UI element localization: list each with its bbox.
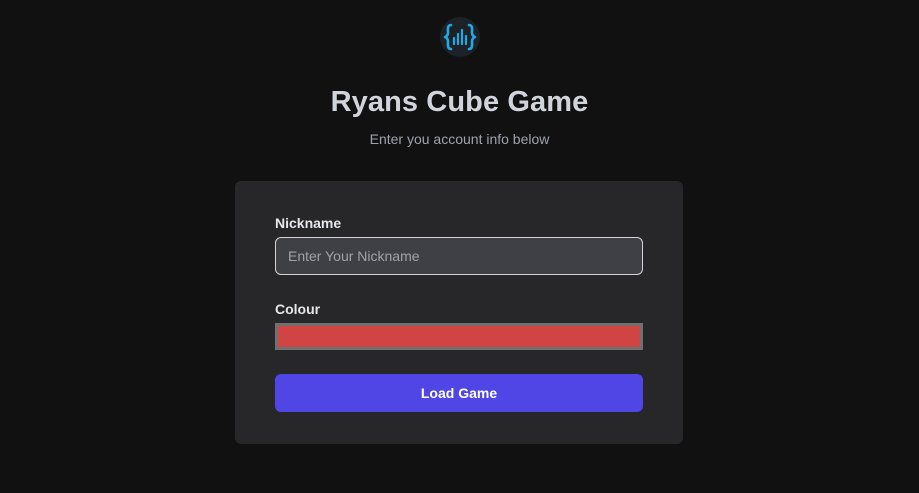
logo-icon: [440, 17, 480, 57]
colour-picker[interactable]: [275, 323, 643, 350]
nickname-input[interactable]: [275, 237, 643, 275]
nickname-label: Nickname: [275, 215, 342, 231]
page-title: Ryans Cube Game: [330, 86, 589, 118]
load-game-button[interactable]: Load Game: [275, 374, 643, 412]
colour-label: Colour: [275, 301, 321, 317]
page: Ryans Cube Game Enter you account info b…: [0, 0, 919, 493]
page-subtitle: Enter you account info below: [369, 131, 550, 147]
login-card: Nickname Colour Load Game: [235, 181, 683, 444]
colour-swatch: [278, 326, 640, 347]
